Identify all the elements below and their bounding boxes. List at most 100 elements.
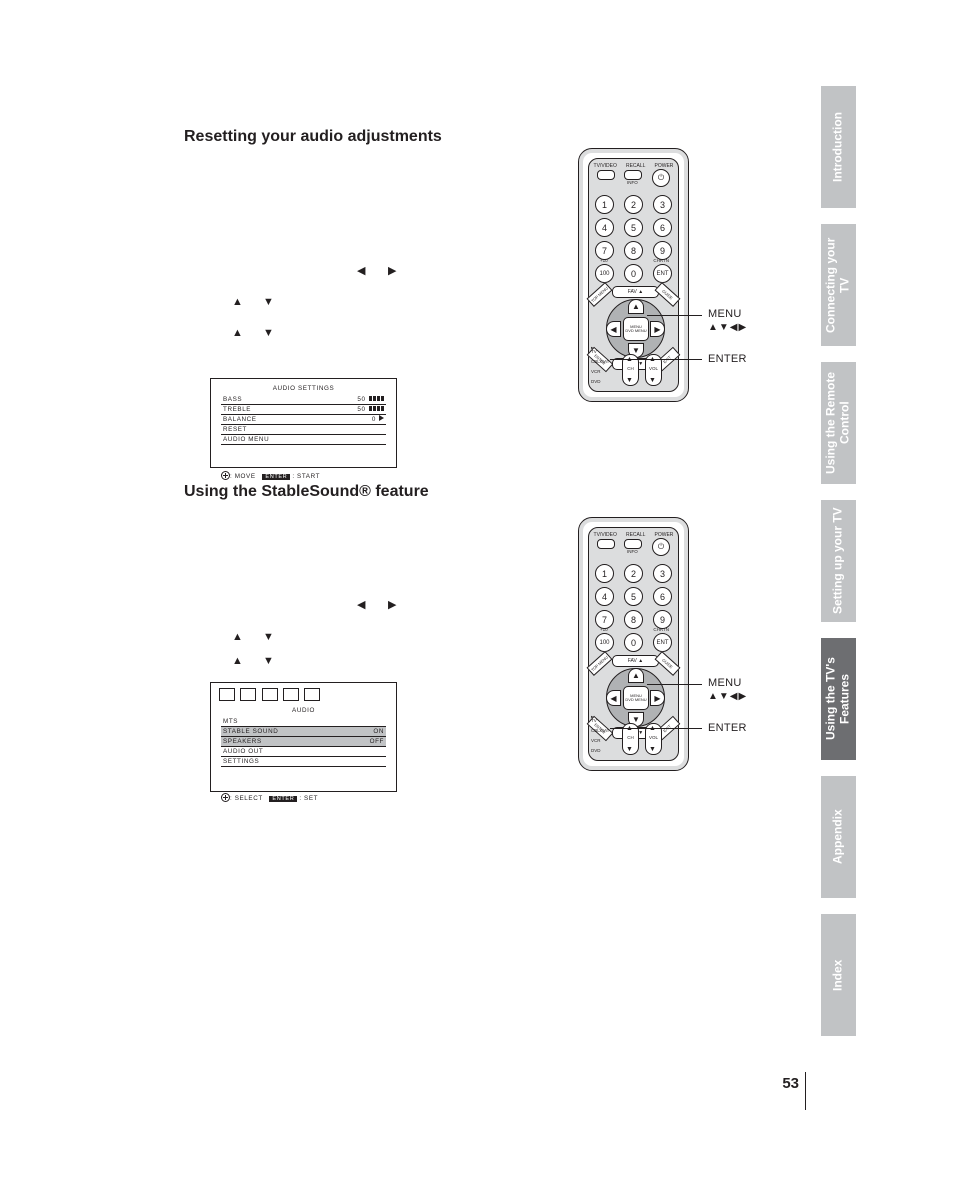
table-row: MTS — [221, 717, 386, 727]
heading-stablesound: Using the StableSound® feature — [184, 483, 429, 501]
arrow-up-icon: ▲ — [232, 631, 243, 643]
guide-btn: GUIDE — [655, 282, 681, 307]
callout-arrows: ▲▼◀▶ — [708, 691, 747, 702]
table-row: SETTINGS — [221, 757, 386, 767]
table-row: AUDIO OUT — [221, 747, 386, 757]
osd1-title: AUDIO SETTINGS — [211, 379, 396, 395]
table-row: TREBLE50 — [221, 405, 386, 415]
arrow-right-icon: ▶ — [388, 264, 396, 277]
callout-arrows: ▲▼◀▶ — [708, 322, 747, 333]
tab-using-features: Using the TV's Features — [821, 638, 856, 760]
num-8: 8 — [624, 610, 643, 629]
menu-button: MENUDVD MENU — [623, 686, 649, 710]
osd2-footer: : SELECT ENTER: SET — [211, 771, 396, 808]
enter-label-icon: ENTER — [262, 474, 290, 480]
chrtn-label: CHRTN — [653, 258, 669, 263]
arrow-up-icon: ▲ — [232, 655, 243, 667]
num-8: 8 — [624, 241, 643, 260]
leader-menu — [647, 684, 702, 685]
number-pad: 1 2 3 4 5 6 7 8 9 100 0 ENT — [589, 193, 678, 285]
fav-up: FAV ▲ — [612, 655, 659, 667]
step-1-ss-text: 1. Press MENU, and then press or until t… — [184, 587, 566, 602]
callout-enter: ENTER — [708, 722, 747, 734]
remote-illustration-2: TV/VIDEORECALLPOWER INFO ⏻ 1 2 3 4 5 6 7… — [578, 517, 689, 771]
num-6: 6 — [653, 218, 672, 237]
tvvideo-button — [597, 539, 615, 549]
num-100: 100 — [595, 264, 614, 283]
num-0: 0 — [624, 264, 643, 283]
table-row: AUDIO MENU — [221, 435, 386, 445]
tab-connecting: Connecting your TV — [821, 224, 856, 346]
remote-face: TV/VIDEORECALLPOWER INFO ⏻ 1 2 3 4 5 6 7… — [588, 158, 679, 392]
page-number-rule — [805, 1072, 806, 1110]
arrow-down-icon: ▼ — [263, 327, 274, 339]
info-label: INFO — [627, 180, 638, 185]
menu-icon — [262, 688, 278, 701]
step-2-ss-text: 2. Press or to highlight STABLE SOUND. — [184, 631, 420, 646]
d-pad: ▲ ▼ ◀ ▶ MENUDVD MENU — [606, 299, 665, 358]
remote-body: TV/VIDEORECALLPOWER INFO ⏻ 1 2 3 4 5 6 7… — [578, 148, 689, 402]
table-row: RESET — [221, 425, 386, 435]
num-4: 4 — [595, 587, 614, 606]
osd1-footer: : MOVE ENTER: START — [211, 449, 396, 486]
osd2-iconrow — [211, 683, 396, 701]
text-stablesound-intro: The StableSound® feature limits the high… — [184, 506, 554, 594]
info-label: INFO — [627, 549, 638, 554]
callout-menu: MENU — [708, 677, 742, 689]
num-ent: ENT — [653, 633, 672, 652]
remote-top-labels: TV/VIDEORECALLPOWER — [589, 163, 678, 169]
plus10-label: +10 — [600, 627, 608, 632]
num-3: 3 — [653, 195, 672, 214]
callout-enter: ENTER — [708, 353, 747, 365]
table-row: BALANCE0 — [221, 415, 386, 425]
num-1: 1 — [595, 195, 614, 214]
menu-button: MENUDVD MENU — [623, 317, 649, 341]
leader-enter — [610, 728, 702, 729]
menu-icon — [240, 688, 256, 701]
remote-top-labels: TV/VIDEORECALLPOWER — [589, 532, 678, 538]
arrow-down-icon: ▼ — [263, 655, 274, 667]
d-pad: ▲ ▼ ◀ ▶ MENUDVD MENU — [606, 668, 665, 727]
remote-face: TV/VIDEORECALLPOWER INFO ⏻ 1 2 3 4 5 6 7… — [588, 527, 679, 761]
dpad-left: ◀ — [606, 321, 621, 337]
text-reset-intro: The RESET function returns your audio ad… — [184, 152, 554, 187]
num-2: 2 — [624, 564, 643, 583]
num-1: 1 — [595, 564, 614, 583]
tab-index: Index — [821, 914, 856, 1036]
text-factory-defaults: Bass . . . . . . . . . center (50) Trebl… — [200, 190, 550, 243]
menu-icon — [283, 688, 299, 701]
power-button: ⏻ — [652, 538, 670, 556]
text-turnoff-ss: To turn off the StableSound feature, hig… — [184, 804, 554, 839]
mode-labels: ▸TV CBL/SAT VCR DVD — [591, 346, 609, 386]
tab-remote-control: Using the Remote Control — [821, 362, 856, 484]
top-menu-btn: TOP MENU — [587, 282, 613, 307]
remote-illustration-1: TV/VIDEORECALLPOWER INFO ⏻ 1 2 3 4 5 6 7… — [578, 148, 689, 402]
num-6: 6 — [653, 587, 672, 606]
guide-btn: GUIDE — [655, 651, 681, 676]
mode-labels: ▸TV CBL/SAT VCR DVD — [591, 715, 609, 755]
leader-menu — [647, 315, 702, 316]
fav-up: FAV ▲ — [612, 286, 659, 298]
arrow-left-icon: ◀ — [357, 598, 365, 611]
remote-body: TV/VIDEORECALLPOWER INFO ⏻ 1 2 3 4 5 6 7… — [578, 517, 689, 771]
tab-introduction: Introduction — [821, 86, 856, 208]
osd2-table: MTS STABLE SOUNDON SPEAKERSOFF AUDIO OUT… — [221, 717, 386, 767]
tvvideo-button — [597, 170, 615, 180]
callout-menu: MENU — [708, 308, 742, 320]
step-1-text: 1. Press MENU, and then press or until t… — [184, 253, 566, 268]
num-4: 4 — [595, 218, 614, 237]
tab-setting-up: Setting up your TV — [821, 500, 856, 622]
osd1-table: BASS50 TREBLE50 BALANCE0 RESET AUDIO MEN… — [221, 395, 386, 445]
chrtn-label: CHRTN — [653, 627, 669, 632]
arrow-up-icon: ▲ — [232, 296, 243, 308]
table-row: SPEAKERSOFF — [221, 737, 386, 747]
num-2: 2 — [624, 195, 643, 214]
dpad-up: ▲ — [628, 299, 644, 314]
step-1-reset: 1. Press MENU, and then press or until t… — [184, 252, 574, 271]
num-5: 5 — [624, 218, 643, 237]
osd2-title: AUDIO — [211, 701, 396, 717]
num-3: 3 — [653, 564, 672, 583]
menu-icon — [219, 688, 235, 701]
arrow-right-icon: ▶ — [388, 598, 396, 611]
table-row: BASS50 — [221, 395, 386, 405]
